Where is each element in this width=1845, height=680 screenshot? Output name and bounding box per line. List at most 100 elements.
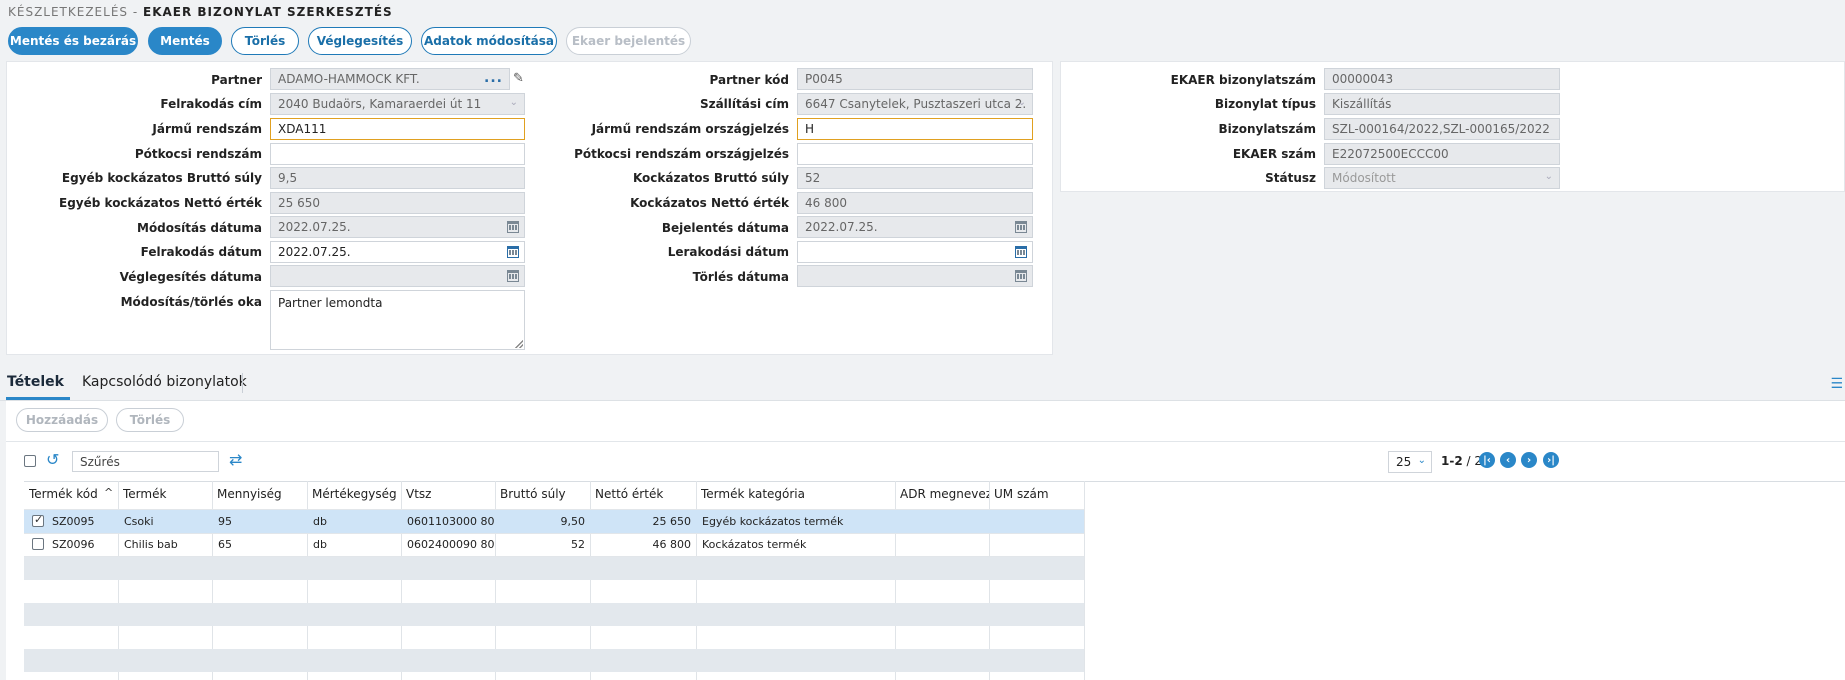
loading-address-select[interactable]: 2040 Budaörs, Kamaraerdei út 11 ⌄ (270, 93, 525, 115)
cell-gross-weight: 52 (571, 538, 585, 551)
status-label: Státusz (1265, 171, 1316, 185)
cell-product-code: SZ0095 (52, 515, 95, 528)
partner-label: Partner (211, 73, 262, 87)
grid-filter-input[interactable]: Szűrés (72, 451, 219, 472)
vehicle-country-input[interactable]: H (797, 118, 1033, 140)
table-row[interactable]: SZ0096 Chilis bab 65 db 0602400090 80 52… (24, 533, 1084, 556)
page-range: 1-2 (1441, 454, 1463, 468)
chevron-down-icon: ⌄ (1017, 97, 1026, 108)
refresh-icon[interactable]: ↺ (46, 450, 59, 469)
ekaer-report-button[interactable]: Ekaer bejelentés (566, 27, 691, 55)
column-header-product[interactable]: Termék (123, 487, 213, 501)
trailer-country-input[interactable] (797, 143, 1033, 165)
cell-category: Kockázatos termék (702, 538, 807, 551)
column-header-net-value[interactable]: Nettó érték (595, 487, 695, 501)
breadcrumb: KÉSZLETKEZELÉS - EKAER BIZONYLAT SZERKES… (8, 5, 393, 19)
column-header-vtsz[interactable]: Vtsz (406, 487, 496, 501)
reason-value: Partner lemondta (278, 296, 383, 310)
table-row[interactable]: SZ0095 Csoki 95 db 0601103000 80 9,50 25… (24, 510, 1084, 533)
save-close-button[interactable]: Mentés és bezárás (8, 27, 138, 55)
empty-row (24, 626, 1084, 649)
ekaer-doc-number-label: EKAER bizonylatszám (1170, 73, 1316, 87)
cell-vtsz: 0601103000 80 (407, 515, 495, 528)
column-header-category[interactable]: Termék kategória (701, 487, 893, 501)
grid-header-top-border (24, 481, 1845, 482)
prev-page-icon[interactable]: ‹ (1500, 452, 1516, 468)
delivery-address-select[interactable]: 6647 Csanytelek, Pusztaszeri utca 2. ⌄ (797, 93, 1033, 115)
page-title: EKAER BIZONYLAT SZERKESZTÉS (143, 5, 393, 19)
modified-date-label: Módosítás dátuma (137, 221, 262, 235)
modified-date-value: 2022.07.25. (278, 220, 351, 234)
delivery-address-label: Szállítási cím (699, 97, 789, 111)
other-net-value-label: Egyéb kockázatos Nettó érték (59, 196, 262, 210)
gross-weight-field: 52 (797, 167, 1033, 189)
doc-type-field: Kiszállítás (1324, 93, 1560, 115)
tab-related-documents[interactable]: Kapcsolódó bizonylatok (82, 374, 247, 390)
empty-row (24, 580, 1084, 603)
cell-product: Chilis bab (124, 538, 178, 551)
column-settings-icon[interactable]: ☰ (1830, 376, 1843, 392)
pagination-info: 1-2 / 2 (1441, 454, 1482, 468)
more-icon[interactable]: ... (484, 70, 503, 86)
column-header-quantity[interactable]: Mennyiség (217, 487, 305, 501)
delete-item-button[interactable]: Törlés (116, 408, 184, 432)
unloading-date-label: Lerakodási dátum (667, 245, 789, 259)
vehicle-country-label: Jármű rendszám országjelzés (591, 122, 789, 136)
swap-icon[interactable]: ⇄ (229, 450, 242, 469)
page-size-select[interactable]: 25 ⌄ (1388, 451, 1432, 473)
resize-handle-icon[interactable] (515, 340, 523, 348)
next-page-icon[interactable]: › (1521, 452, 1537, 468)
row-checkbox[interactable] (32, 538, 44, 550)
sort-asc-icon[interactable]: ^ (104, 486, 113, 499)
column-header-adr[interactable]: ADR megnevezés (900, 487, 989, 501)
first-page-icon[interactable]: |‹ (1479, 452, 1495, 468)
chevron-down-icon: ⌄ (509, 97, 518, 108)
cell-gross-weight: 9,50 (560, 515, 586, 528)
tab-items[interactable]: Tételek (7, 374, 64, 390)
column-header-um[interactable]: UM szám (994, 487, 1082, 501)
select-all-checkbox[interactable] (24, 455, 36, 467)
column-header-unit[interactable]: Mértékegység (312, 487, 400, 501)
delivery-address-value: 6647 Csanytelek, Pusztaszeri utca 2. (805, 97, 1027, 111)
page-size-value: 25 (1396, 455, 1412, 469)
cell-net-value: 46 800 (652, 538, 692, 551)
finalize-button[interactable]: Véglegesítés (308, 27, 412, 55)
breadcrumb-parent[interactable]: KÉSZLETKEZELÉS - (8, 5, 138, 19)
vehicle-plate-input[interactable]: XDA111 (270, 118, 525, 140)
edit-icon[interactable]: ✎ (513, 71, 524, 86)
loading-date-label: Felrakodás dátum (140, 245, 262, 259)
ekaer-doc-number-field: 00000043 (1324, 68, 1560, 90)
calendar-icon[interactable] (1015, 246, 1027, 258)
trailer-plate-input[interactable] (270, 143, 525, 165)
cell-net-value: 25 650 (652, 515, 692, 528)
column-header-product-code[interactable]: Termék kód (29, 487, 114, 501)
last-page-icon[interactable]: ›| (1543, 452, 1559, 468)
reason-textarea[interactable]: Partner lemondta (270, 290, 525, 350)
modified-date-field: 2022.07.25. (270, 216, 525, 238)
calendar-icon[interactable] (507, 246, 519, 258)
unloading-date-input[interactable] (797, 241, 1033, 263)
partner-field[interactable]: ADAMO-HAMMOCK KFT. ... (270, 68, 510, 90)
report-date-label: Bejelentés dátuma (661, 221, 789, 235)
cell-product-code: SZ0096 (52, 538, 95, 551)
save-button[interactable]: Mentés (148, 27, 222, 55)
calendar-icon (507, 270, 519, 282)
calendar-icon (1015, 221, 1027, 233)
cell-unit: db (313, 538, 327, 551)
modify-data-button[interactable]: Adatok módosítása (421, 27, 557, 55)
add-item-button[interactable]: Hozzáadás (16, 408, 108, 432)
calendar-icon (507, 221, 519, 233)
report-date-field: 2022.07.25. (797, 216, 1033, 238)
delete-button[interactable]: Törlés (231, 27, 299, 55)
column-header-gross-weight[interactable]: Bruttó súly (500, 487, 590, 501)
empty-row (24, 649, 1084, 672)
other-net-value-field: 25 650 (270, 192, 525, 214)
trailer-country-label: Pótkocsi rendszám országjelzés (574, 147, 789, 161)
column-divider (1084, 481, 1085, 680)
report-date-value: 2022.07.25. (805, 220, 878, 234)
row-checkbox[interactable] (32, 513, 44, 527)
doc-number-label: Bizonylatszám (1218, 122, 1316, 136)
deletion-date-label: Törlés dátuma (692, 270, 789, 284)
loading-date-input[interactable]: 2022.07.25. (270, 241, 525, 263)
ekaer-number-field: E22072500ECCC00 (1324, 143, 1560, 165)
